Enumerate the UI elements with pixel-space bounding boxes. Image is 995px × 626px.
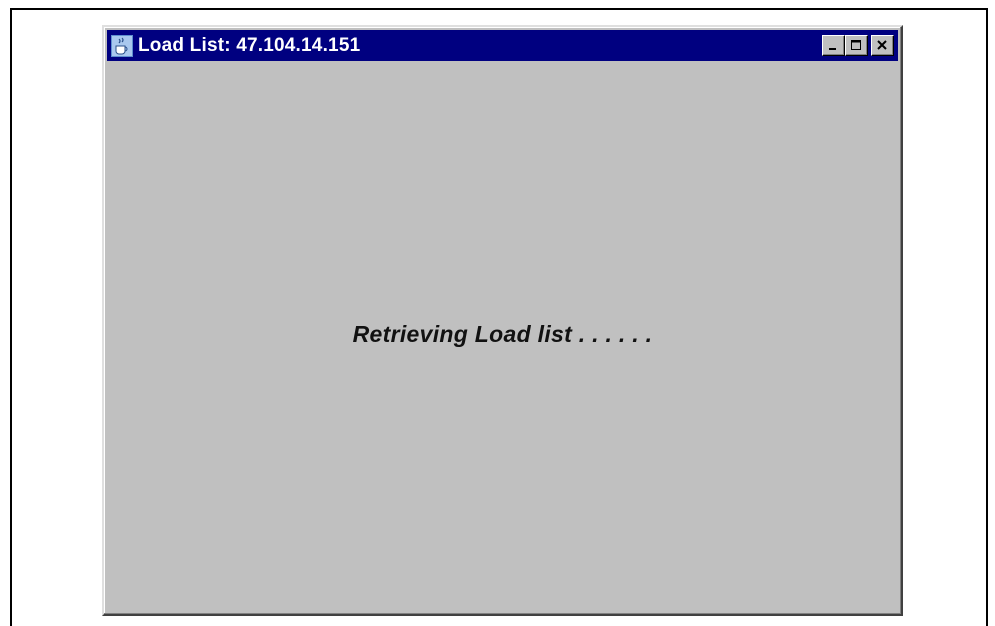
java-cup-icon[interactable] [110, 34, 134, 58]
close-button[interactable] [871, 35, 894, 56]
title-bar[interactable]: Load List: 47.104.14.151 [107, 30, 898, 61]
minimize-icon [829, 48, 836, 50]
status-message: Retrieving Load list . . . . . . [352, 321, 653, 347]
title-bar-buttons [822, 35, 894, 56]
maximize-icon [851, 40, 861, 50]
maximize-button[interactable] [845, 35, 868, 56]
window-client-area: Retrieving Load list . . . . . . [107, 61, 898, 611]
minimize-button[interactable] [822, 35, 845, 56]
window-title: Load List: 47.104.14.151 [138, 34, 361, 56]
load-list-window: Load List: 47.104.14.151 Retrieving Load [102, 25, 903, 616]
close-icon [877, 40, 887, 50]
